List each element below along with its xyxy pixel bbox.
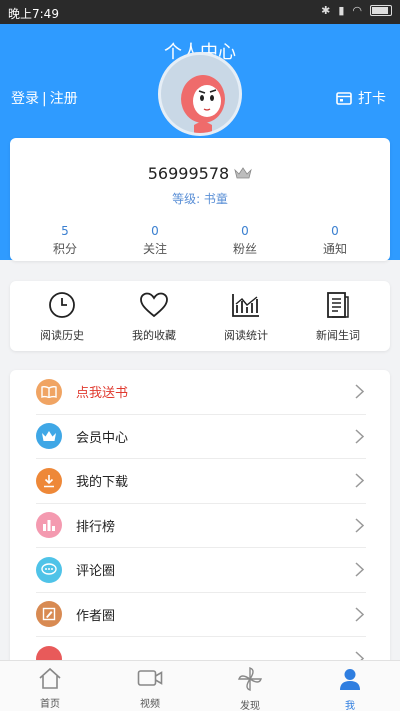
quick-actions: 阅读历史 我的收藏 阅读统计 新闻生词: [10, 281, 390, 351]
user-id: 56999578: [147, 164, 230, 183]
menu-label: 评论圈: [76, 564, 116, 580]
clock-icon: [49, 291, 75, 318]
tab-video[interactable]: 视频: [100, 661, 200, 711]
reading-history-button[interactable]: 阅读历史: [22, 290, 102, 343]
book-icon: [36, 378, 62, 405]
menu-list: 点我送书 会员中心 我的下载 排行榜 评论圈 作者圈: [10, 370, 390, 670]
tab-label: 首页: [40, 699, 60, 710]
menu-label: 会员中心: [76, 430, 129, 446]
stat-notifications[interactable]: 0 通知: [300, 224, 370, 257]
stat-label: 关注: [142, 242, 167, 256]
chevron-right-icon: [355, 562, 364, 577]
heart-icon: [140, 292, 168, 317]
signal-icon: ▮: [338, 4, 345, 17]
tab-label: 视频: [140, 699, 160, 710]
vocabulary-button[interactable]: 新闻生词: [298, 290, 378, 343]
chevron-right-icon: [355, 384, 364, 399]
stat-points[interactable]: 5 积分: [30, 224, 100, 257]
stat-value: 0: [151, 224, 159, 238]
chevron-right-icon: [355, 606, 364, 622]
notebook-icon: [327, 291, 349, 318]
menu-item-ranking[interactable]: 排行榜: [36, 504, 366, 548]
tab-label: 我: [345, 701, 355, 711]
checkin-label: 打卡: [358, 91, 386, 107]
status-bar: 晚上7:49 ✱ ▮ ◠: [0, 0, 400, 24]
menu-item-authors[interactable]: 作者圈: [36, 593, 366, 637]
crown-icon: [234, 167, 253, 179]
favorites-button[interactable]: 我的收藏: [114, 290, 194, 343]
stat-following[interactable]: 0 关注: [120, 224, 190, 257]
menu-item-membership[interactable]: 会员中心: [36, 415, 366, 459]
stat-value: 0: [331, 224, 339, 238]
menu-item-gift-book[interactable]: 点我送书: [36, 370, 366, 415]
stat-label: 粉丝: [232, 242, 257, 256]
tab-discover[interactable]: 发现: [200, 661, 300, 711]
discover-icon: [238, 667, 262, 691]
menu-label: 排行榜: [76, 519, 116, 535]
quick-label: 新闻生词: [316, 328, 360, 342]
video-icon: [137, 670, 163, 686]
stat-value: 0: [241, 224, 249, 238]
tab-label: 发现: [240, 701, 260, 711]
menu-label: 作者圈: [76, 608, 116, 624]
status-time: 晚上7:49: [8, 7, 59, 21]
menu-label: 我的下载: [76, 475, 129, 491]
menu-label: 点我送书: [76, 386, 129, 402]
separator: |: [42, 91, 47, 107]
login-link[interactable]: 登录: [11, 91, 39, 107]
quick-label: 阅读历史: [40, 328, 84, 342]
person-icon: [340, 669, 360, 690]
avatar[interactable]: [158, 52, 242, 136]
chevron-right-icon: [355, 473, 364, 488]
author-icon: [36, 601, 62, 628]
tab-me[interactable]: 我: [300, 661, 400, 711]
stat-label: 通知: [322, 242, 347, 256]
crown-icon: [36, 423, 62, 450]
register-link[interactable]: 注册: [50, 91, 78, 107]
stats-row: 5 积分 0 关注 0 粉丝 0 通知: [10, 224, 390, 257]
download-icon: [36, 467, 62, 494]
menu-item-comments[interactable]: 评论圈: [36, 548, 366, 593]
quick-label: 阅读统计: [224, 328, 268, 342]
status-icons: ✱ ▮ ◠: [321, 4, 392, 17]
comment-icon: [36, 556, 62, 583]
home-icon: [39, 667, 61, 689]
bottom-tab-bar: 首页 视频 发现 我: [0, 660, 400, 711]
stat-followers[interactable]: 0 粉丝: [210, 224, 280, 257]
ranking-icon: [36, 512, 62, 539]
calendar-icon: [336, 92, 352, 105]
menu-item-downloads[interactable]: 我的下载: [36, 459, 366, 504]
bluetooth-icon: ✱: [321, 4, 331, 17]
chart-icon: [232, 293, 259, 317]
user-id-row: 56999578: [10, 164, 390, 183]
chevron-right-icon: [355, 428, 364, 444]
battery-icon: [370, 5, 392, 16]
user-level: 等级: 书童: [172, 192, 228, 206]
tab-home[interactable]: 首页: [0, 661, 100, 711]
reading-stats-button[interactable]: 阅读统计: [206, 290, 286, 343]
quick-label: 我的收藏: [132, 328, 176, 342]
chevron-right-icon: [355, 517, 364, 533]
wifi-icon: ◠: [352, 4, 362, 17]
checkin-button[interactable]: 打卡: [336, 88, 386, 108]
profile-card: 56999578 等级: 书童 5 积分 0 关注 0 粉丝 0 通知: [10, 138, 390, 261]
stat-label: 积分: [52, 242, 77, 256]
stat-value: 5: [61, 224, 69, 238]
login-register: 登录 | 注册: [11, 88, 78, 108]
